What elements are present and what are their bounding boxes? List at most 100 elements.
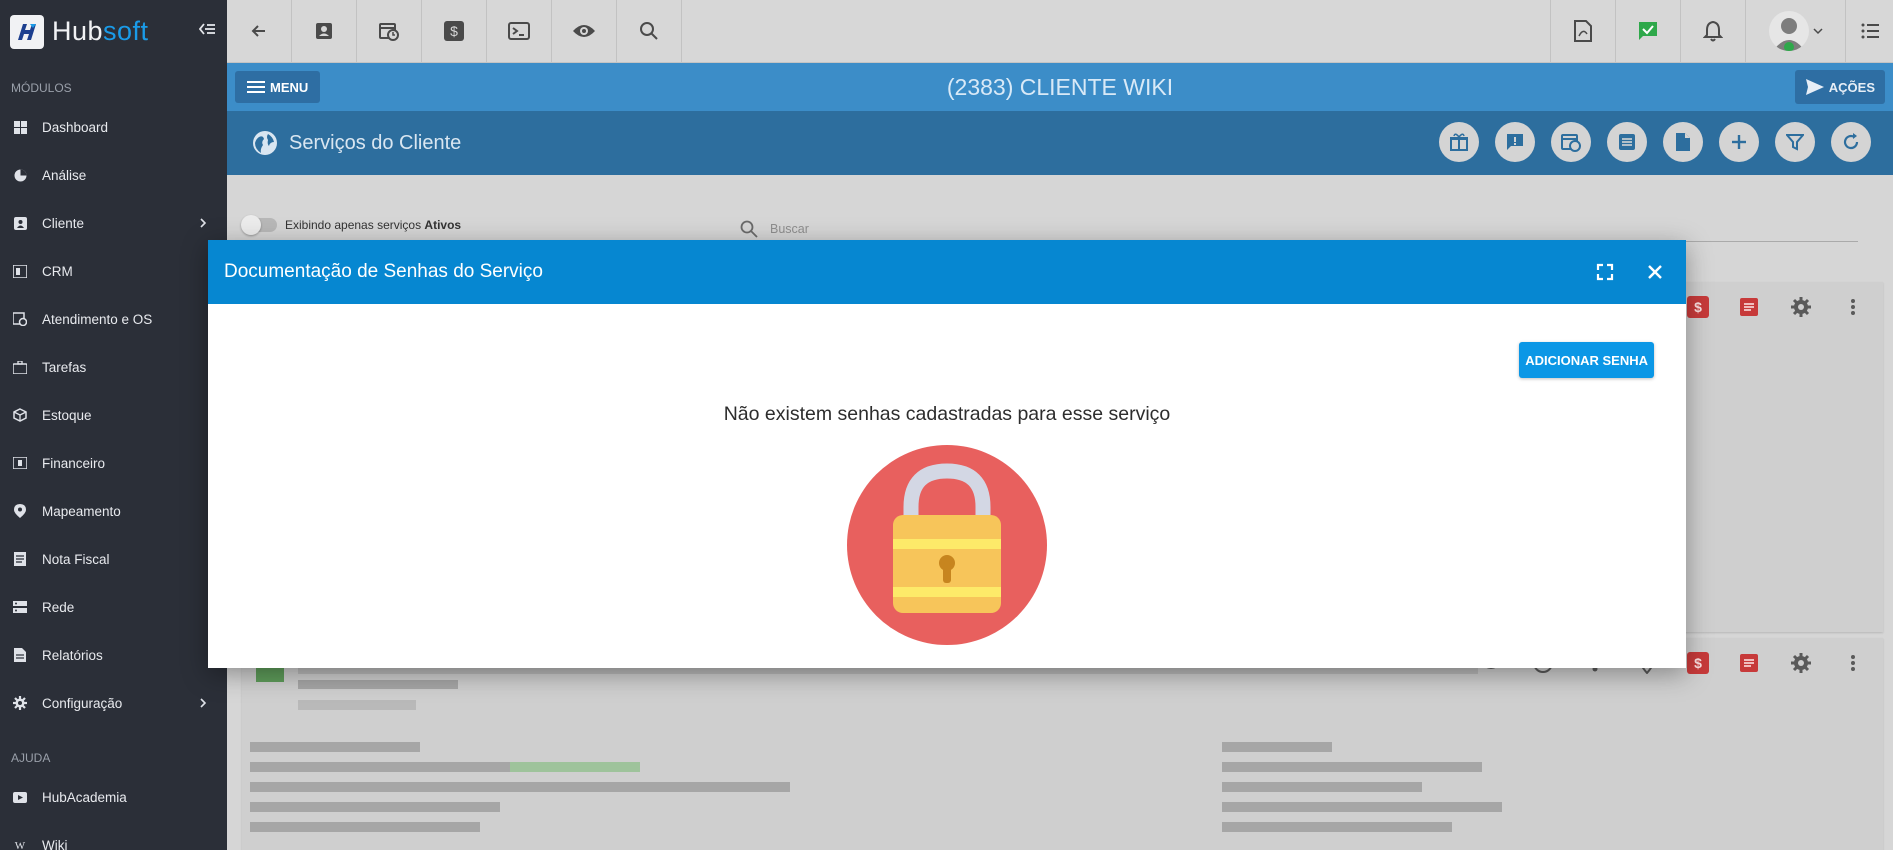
view-button[interactable]	[552, 0, 617, 62]
refresh-button[interactable]	[1831, 122, 1871, 162]
redacted-text	[298, 700, 416, 710]
gift-button[interactable]	[1439, 122, 1479, 162]
wiki-icon: W	[12, 837, 28, 850]
video-icon	[12, 789, 28, 805]
sidebar-item-label: Wiki	[42, 837, 68, 850]
redacted-text	[1222, 822, 1452, 832]
more-vertical-icon[interactable]	[1841, 295, 1865, 319]
svg-text:W: W	[15, 840, 26, 850]
help-section-title: AJUDA	[11, 751, 51, 765]
search-placeholder: Buscar	[770, 221, 809, 236]
sidebar-item-mapeamento[interactable]: Mapeamento	[0, 487, 227, 535]
redacted-text	[298, 668, 1478, 674]
filter-button[interactable]	[1775, 122, 1815, 162]
redacted-text	[250, 802, 500, 812]
calendar-clock-icon	[379, 23, 399, 41]
redacted-text	[1222, 742, 1332, 752]
file-icon	[1676, 133, 1690, 151]
globe-icon	[253, 131, 277, 155]
gear-icon[interactable]	[1789, 651, 1813, 675]
sidebar-item-label: Configuração	[42, 695, 123, 711]
sidebar-item-label: Rede	[42, 599, 75, 615]
sidebar-item-label: CRM	[42, 263, 73, 279]
sidebar-item-nota-fiscal[interactable]: Nota Fiscal	[0, 535, 227, 583]
box-icon	[12, 407, 28, 423]
search-icon	[740, 220, 758, 238]
notifications-button[interactable]	[1680, 0, 1745, 62]
eye-icon	[573, 25, 595, 37]
sidebar-item-label: Tarefas	[42, 359, 87, 375]
redacted-text	[250, 742, 420, 752]
fullscreen-icon[interactable]	[1580, 263, 1630, 281]
sidebar-item-configuracao[interactable]: Configuração	[0, 679, 227, 727]
network-icon	[12, 599, 28, 615]
document-button[interactable]	[1663, 122, 1703, 162]
actions-label: AÇÕES	[1828, 79, 1875, 95]
close-icon[interactable]	[1630, 264, 1680, 280]
map-pin-icon	[12, 503, 28, 519]
sidebar-item-dashboard[interactable]: Dashboard	[0, 103, 227, 151]
more-vertical-icon[interactable]	[1841, 651, 1865, 675]
add-service-button[interactable]	[1719, 122, 1759, 162]
sidebar-item-label: Mapeamento	[42, 503, 121, 519]
hubsoft-logo-icon	[10, 14, 44, 49]
search-button[interactable]	[617, 0, 682, 62]
refresh-icon	[1843, 133, 1859, 150]
user-menu-button[interactable]	[1745, 0, 1845, 62]
calendar-clock-icon	[12, 311, 28, 327]
sidebar-item-label: Dashboard	[42, 119, 109, 135]
top-toolbar: $	[227, 0, 1893, 63]
contact-card-button[interactable]	[292, 0, 357, 62]
sidebar-item-analise[interactable]: Análise	[0, 151, 227, 199]
svg-text:$: $	[450, 23, 458, 39]
sidebar-item-estoque[interactable]: Estoque	[0, 391, 227, 439]
feedback-button[interactable]	[1495, 122, 1535, 162]
redacted-text	[250, 822, 480, 832]
gear-icon[interactable]	[1789, 295, 1813, 319]
password-docs-dialog: Documentação de Senhas do Serviço ADICIO…	[208, 240, 1686, 668]
redacted-text	[250, 762, 510, 772]
list-icon	[1861, 23, 1879, 39]
modules-section-title: MÓDULOS	[11, 81, 72, 95]
sidebar-item-financeiro[interactable]: Financeiro	[0, 439, 227, 487]
services-search[interactable]: Buscar	[740, 216, 1858, 242]
list-menu-button[interactable]	[1845, 0, 1893, 62]
sidebar-item-wiki[interactable]: W Wiki	[0, 821, 227, 850]
document-list-icon[interactable]	[1737, 295, 1761, 319]
back-button[interactable]	[227, 0, 292, 62]
actions-button[interactable]: AÇÕES	[1794, 70, 1885, 104]
active-services-toggle-row[interactable]: Exibindo apenas serviços Ativos	[241, 215, 461, 235]
sidebar-item-crm[interactable]: CRM	[0, 247, 227, 295]
pdf-button[interactable]	[1550, 0, 1615, 62]
sidebar-item-rede[interactable]: Rede	[0, 583, 227, 631]
financial-icon[interactable]: $	[1687, 652, 1709, 674]
active-services-toggle[interactable]	[241, 215, 277, 235]
calendar-clock-button[interactable]	[357, 0, 422, 62]
messages-button[interactable]	[1615, 0, 1680, 62]
redacted-text	[250, 782, 790, 792]
sidebar-item-cliente[interactable]: Cliente	[0, 199, 227, 247]
feedback-icon	[1507, 134, 1523, 150]
terminal-button[interactable]	[487, 0, 552, 62]
financial-button[interactable]: $	[422, 0, 487, 62]
lock-illustration-icon	[847, 445, 1047, 645]
financial-icon[interactable]: $	[1687, 296, 1709, 318]
sidebar-item-atendimento-e-os[interactable]: Atendimento e OS	[0, 295, 227, 343]
services-header: Serviços do Cliente	[227, 111, 1893, 175]
collapse-menu-icon[interactable]	[198, 22, 215, 41]
chat-check-icon	[1639, 22, 1657, 40]
sidebar-item-hubacademia[interactable]: HubAcademia	[0, 773, 227, 821]
logo[interactable]: Hubsoft	[0, 0, 227, 63]
list-button[interactable]	[1607, 122, 1647, 162]
bell-icon	[1703, 20, 1723, 42]
sidebar-item-label: Relatórios	[42, 647, 103, 663]
sidebar-item-label: Estoque	[42, 407, 92, 423]
chevron-right-icon	[200, 696, 207, 711]
schedule-button[interactable]	[1551, 122, 1591, 162]
redacted-text	[298, 680, 458, 689]
document-list-icon[interactable]	[1737, 651, 1761, 675]
dashboard-icon	[12, 119, 28, 135]
add-password-button[interactable]: ADICIONAR SENHA	[1519, 342, 1654, 378]
sidebar-item-tarefas[interactable]: Tarefas	[0, 343, 227, 391]
sidebar-item-relatorios[interactable]: Relatórios	[0, 631, 227, 679]
